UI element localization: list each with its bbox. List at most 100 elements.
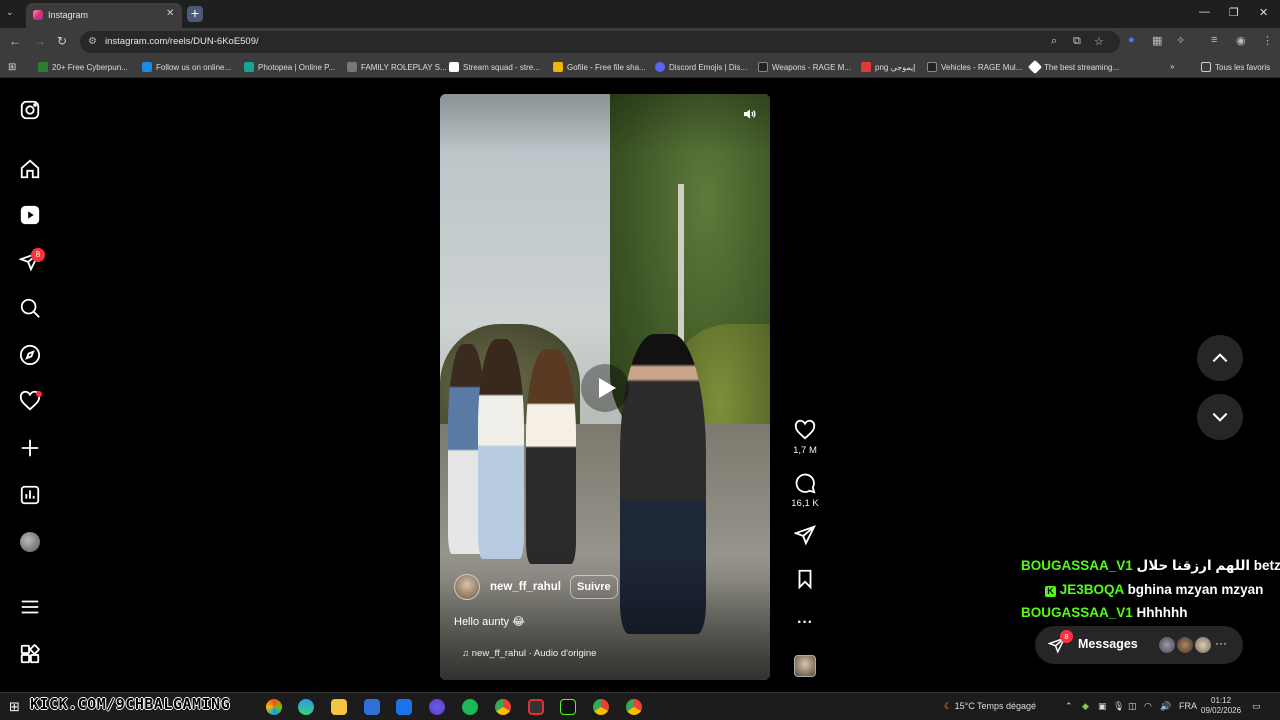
bookmark-item[interactable]: Discord Emojis | Dis... — [655, 62, 747, 72]
explore-icon[interactable] — [19, 344, 41, 366]
network-icon[interactable]: ◫ — [1128, 701, 1137, 712]
home-icon[interactable] — [19, 158, 41, 180]
reload-icon[interactable]: ↻ — [57, 34, 67, 48]
close-tab-icon[interactable]: ✕ — [166, 8, 174, 19]
instagram-logo-icon[interactable] — [19, 99, 41, 121]
weather-widget[interactable]: ☾ 15°C Temps dégagé — [944, 701, 1036, 712]
audio-link[interactable]: ♫ new_ff_rahul · Audio d'origine — [462, 648, 596, 659]
media-control-icon[interactable]: ≡ — [1211, 34, 1217, 46]
share-button[interactable] — [786, 524, 824, 550]
extension-icon[interactable]: ▦ — [1152, 34, 1162, 47]
audio-thumbnail[interactable] — [794, 655, 816, 677]
save-button[interactable] — [786, 568, 824, 594]
more-bookmarks-icon[interactable]: » — [1170, 62, 1174, 71]
spotify-icon[interactable] — [462, 699, 478, 715]
all-bookmarks-folder[interactable]: Tous les favoris — [1201, 62, 1270, 72]
comment-button[interactable]: 16,1 K — [786, 472, 824, 509]
chat-username: JE3BOQA — [1059, 582, 1124, 597]
bookmark-item[interactable]: Stream squad - stre... — [449, 62, 540, 72]
chrome-icon[interactable] — [593, 699, 609, 715]
back-icon[interactable]: ← — [9, 34, 21, 48]
chat-line: BOUGASSAA_V1 Hhhhhh — [1021, 605, 1188, 620]
chrome-icon[interactable] — [495, 699, 511, 715]
messages-button[interactable]: 8 Messages ··· — [1035, 626, 1243, 664]
share-icon — [794, 525, 816, 546]
bookmark-item[interactable]: Follow us on online... — [142, 62, 231, 72]
discord-icon[interactable] — [429, 699, 445, 715]
bookmark-star-icon[interactable]: ☆ — [1094, 35, 1104, 48]
profile-avatar[interactable] — [20, 532, 40, 552]
search-icon[interactable] — [19, 297, 41, 319]
bookmark-item[interactable]: png إيموجي — [861, 62, 915, 72]
play-button[interactable] — [581, 364, 629, 412]
tray-app-icon[interactable]: ▣ — [1098, 701, 1107, 712]
tray-overflow-icon[interactable]: ⌃ — [1065, 701, 1073, 712]
more-options-icon[interactable]: ··· — [786, 614, 824, 632]
browser-menu-icon[interactable]: ⋮ — [1262, 34, 1273, 47]
tray-app-icon[interactable]: ◆ — [1082, 701, 1089, 712]
bookmark-item[interactable]: Gofile - Free file sha... — [553, 62, 646, 72]
speaker-icon[interactable] — [742, 106, 758, 122]
language-indicator[interactable]: FRA — [1179, 701, 1197, 711]
terminal-icon[interactable] — [560, 699, 576, 715]
forward-icon[interactable]: → — [34, 34, 46, 48]
chat-message: bghina mzyan mzyan — [1127, 582, 1264, 597]
clock[interactable]: 01:12 09/02/2026 — [1201, 696, 1241, 716]
address-input[interactable]: ⚙ instagram.com/reels/DUN-6KoE509/ ⌕ ⧉ ☆ — [80, 31, 1120, 53]
profile-avatar-icon[interactable]: ◉ — [1236, 34, 1246, 47]
apps-icon[interactable]: ⊞ — [8, 62, 16, 73]
also-from-meta-icon[interactable] — [19, 643, 41, 665]
minimize-icon[interactable]: — — [1199, 6, 1210, 18]
bookmark-item[interactable]: 20+ Free Cyberpun... — [38, 62, 128, 72]
store-icon[interactable] — [364, 699, 380, 715]
site-info-icon[interactable]: ⚙ — [88, 36, 97, 47]
notifications-icon[interactable]: ▭ — [1252, 701, 1261, 712]
chat-message: اللهم ارزقنا حلال betzed — [1136, 558, 1280, 573]
edge-icon[interactable] — [298, 699, 314, 715]
extension-shield-icon[interactable]: ● — [1128, 34, 1135, 46]
file-explorer-icon[interactable] — [331, 699, 347, 715]
install-app-icon[interactable]: ⧉ — [1073, 35, 1081, 48]
app-icon[interactable] — [528, 699, 544, 715]
follow-button[interactable]: Suivre — [570, 575, 618, 599]
url-text[interactable]: instagram.com/reels/DUN-6KoE509/ — [105, 36, 259, 47]
chevron-down-icon — [1212, 412, 1228, 422]
copilot-icon[interactable] — [266, 699, 282, 715]
more-chats-icon: ··· — [1215, 636, 1227, 650]
bookmark-item[interactable]: The best streaming... — [1027, 59, 1119, 75]
tab-instagram[interactable]: Instagram ✕ — [26, 3, 182, 28]
owner-username[interactable]: new_ff_rahul — [490, 581, 561, 593]
bookmark-item[interactable]: Weapons - RAGE M... — [758, 62, 851, 72]
extensions-puzzle-icon[interactable]: ✧ — [1176, 34, 1185, 47]
create-icon[interactable] — [19, 437, 41, 459]
volume-icon[interactable]: 🔊 — [1160, 701, 1171, 712]
like-button[interactable]: 1,7 M — [786, 419, 824, 456]
close-window-icon[interactable]: ✕ — [1259, 6, 1268, 19]
more-menu-icon[interactable] — [19, 596, 41, 618]
bookmark-item[interactable]: Photopea | Online P... — [244, 62, 335, 72]
audio-label: new_ff_rahul · Audio d'origine — [471, 648, 597, 659]
reel-video[interactable]: new_ff_rahul Suivre Hello aunty 😂 ♫ new_… — [440, 94, 770, 680]
bookmark-item[interactable]: FAMILY ROLEPLAY S... — [347, 62, 447, 72]
zoom-icon[interactable]: ⌕ — [1051, 35, 1057, 48]
next-reel-button[interactable] — [1197, 394, 1243, 440]
windows-start-icon[interactable]: ⊞ — [9, 699, 20, 715]
bookmark-item[interactable]: Vehicles - RAGE Mul... — [927, 62, 1022, 72]
chrome-icon[interactable] — [626, 699, 642, 715]
microphone-icon[interactable]: 🎙 — [1113, 701, 1124, 712]
tab-search-icon[interactable]: ⌄ — [6, 7, 14, 18]
bookmarks-bar: ⊞ 20+ Free Cyberpun... Follow us on onli… — [0, 56, 1280, 78]
owner-avatar[interactable] — [454, 574, 480, 600]
previous-reel-button[interactable] — [1197, 335, 1243, 381]
outlook-icon[interactable] — [396, 699, 412, 715]
instagram-page: 8 new_ff_rahul Suivre Hello aunty 😂 ♫ ne… — [0, 78, 1280, 692]
chevron-up-icon — [1212, 353, 1228, 363]
reels-icon[interactable] — [19, 204, 41, 226]
messages-badge: 8 — [1060, 630, 1073, 643]
restore-icon[interactable]: ❐ — [1229, 6, 1239, 19]
wifi-icon[interactable]: ◠ — [1144, 701, 1152, 712]
new-tab-button[interactable]: + — [187, 6, 203, 22]
chat-message: Hhhhhh — [1136, 605, 1188, 620]
dashboard-icon[interactable] — [19, 484, 41, 506]
comment-count: 16,1 K — [791, 498, 819, 509]
